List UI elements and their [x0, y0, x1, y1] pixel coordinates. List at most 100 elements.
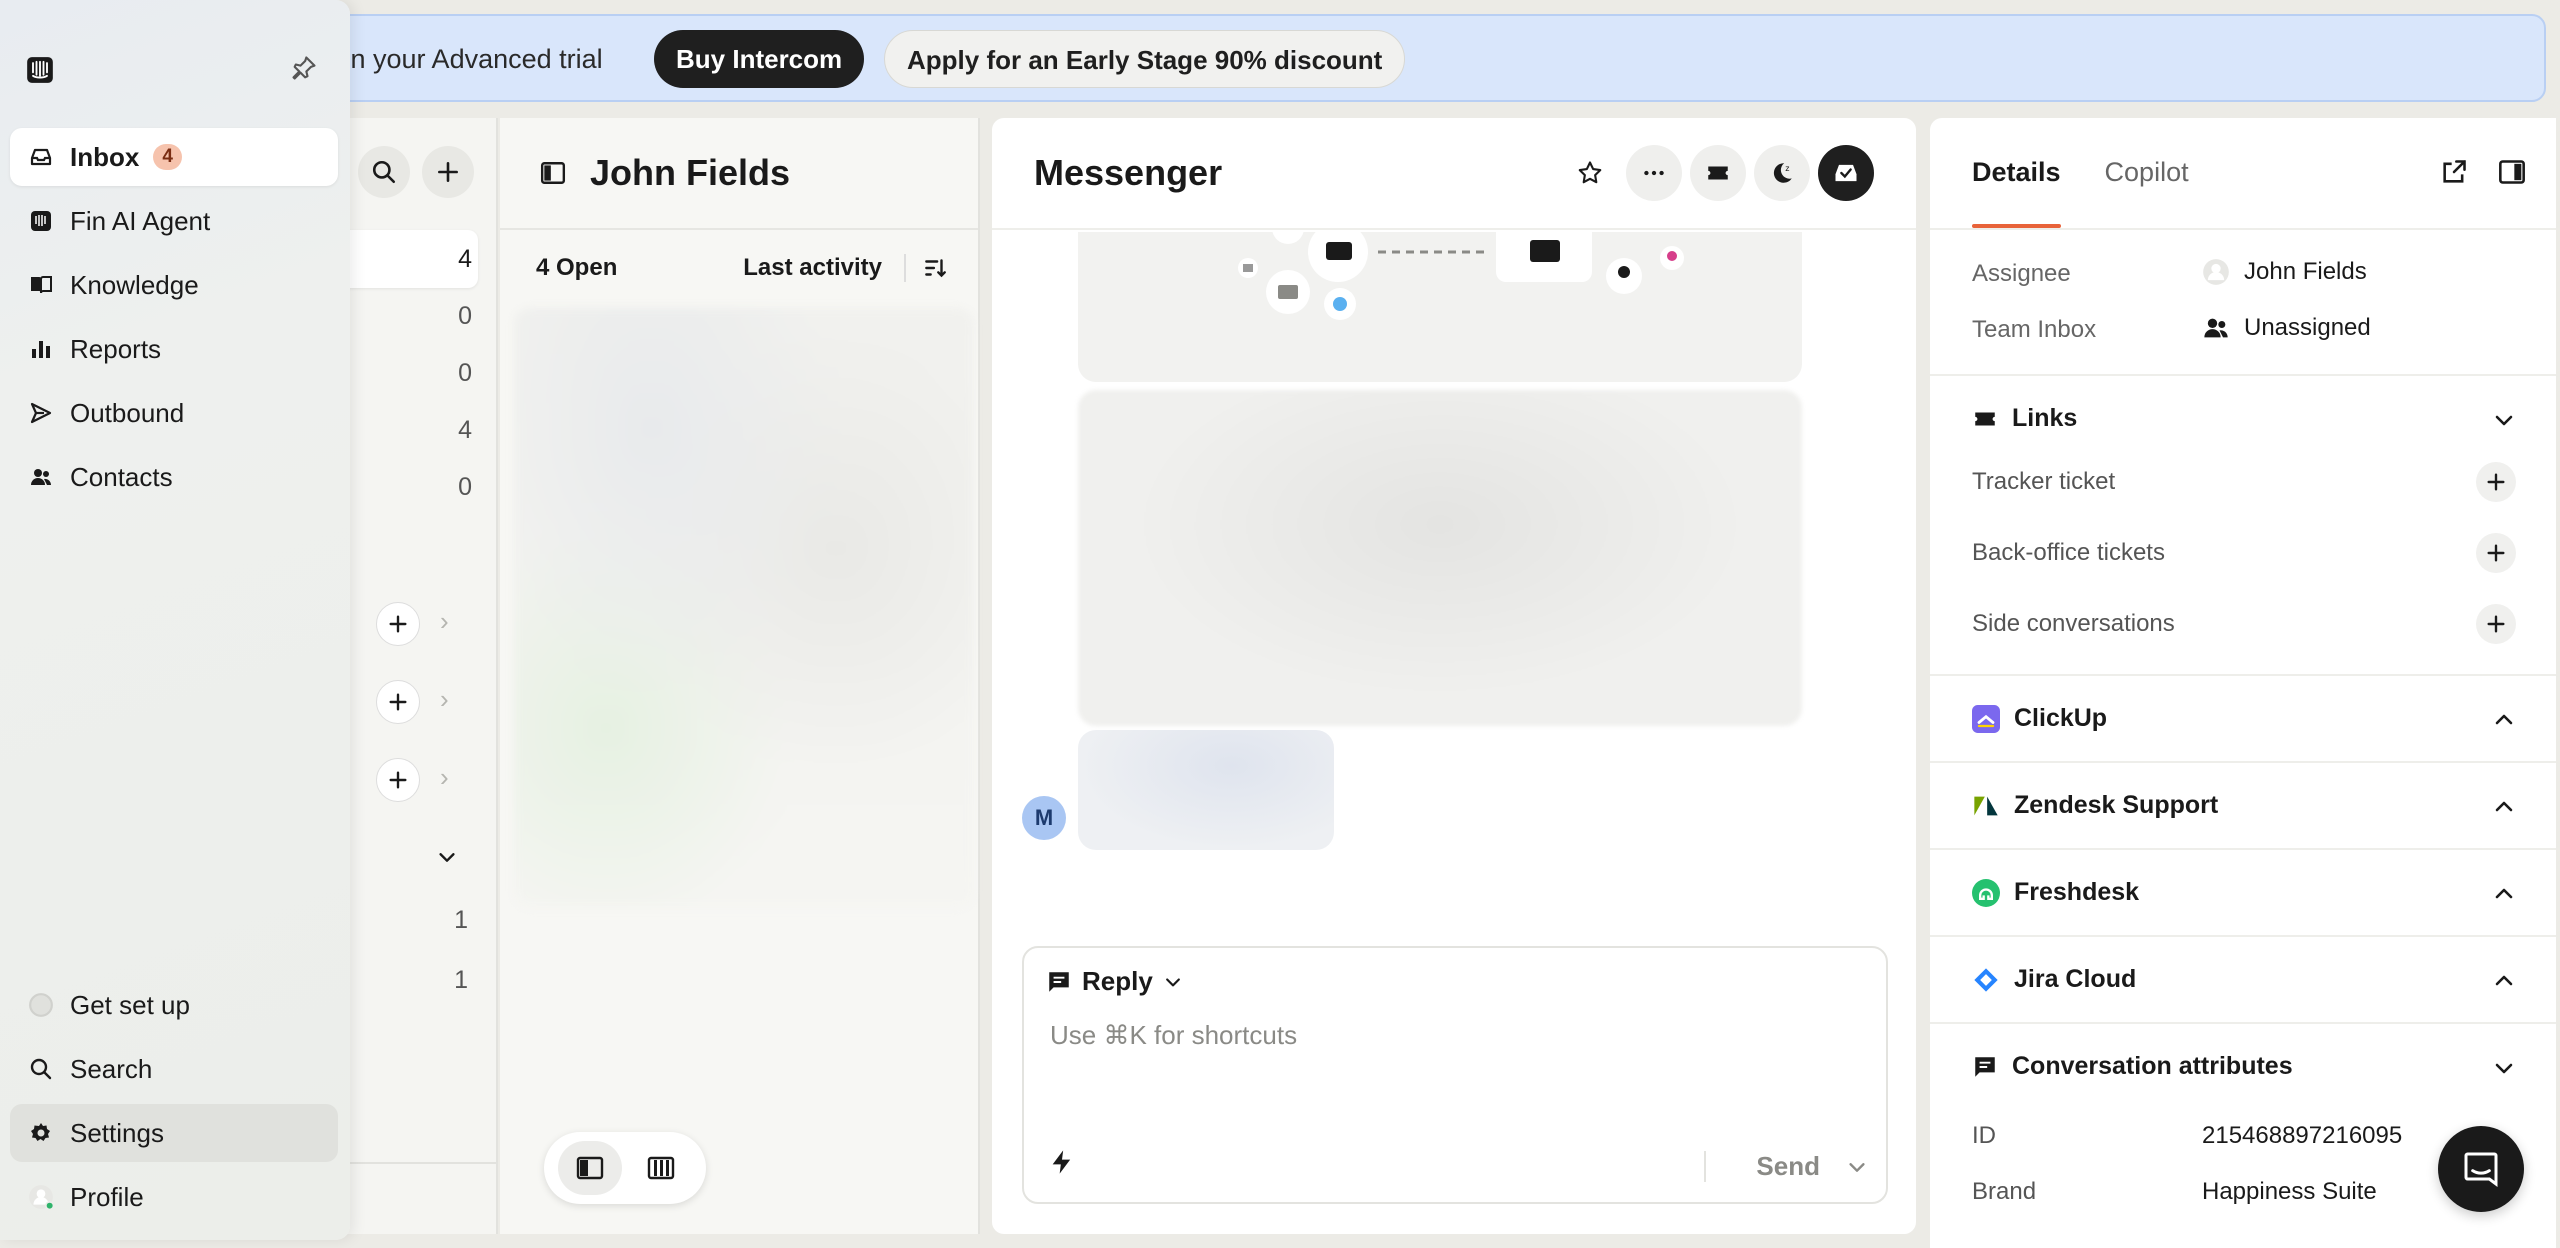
inbox-check-icon	[1835, 164, 1857, 182]
bar-chart-icon	[32, 341, 50, 358]
sidebar-toggle-icon[interactable]	[540, 160, 566, 186]
snooze-icon: z	[1773, 163, 1792, 183]
close-conversation-button[interactable]	[1818, 145, 1874, 201]
brand-label: Brand	[1972, 1178, 2037, 1205]
more-options-button[interactable]	[1626, 145, 1682, 201]
nav-item-settings[interactable]: Settings	[10, 1104, 338, 1162]
nav-item-inbox[interactable]: Inbox 4	[10, 128, 338, 186]
trial-text: ft in your Advanced trial	[322, 44, 603, 74]
chevron-down-icon[interactable]	[436, 846, 458, 868]
clickup-section[interactable]: ClickUp	[1930, 674, 2556, 761]
id-label: ID	[1972, 1122, 1996, 1149]
chevron-up-icon[interactable]	[2492, 708, 2516, 732]
nav-item-search[interactable]: Search	[10, 1040, 338, 1098]
add-back-office-ticket-button[interactable]	[2476, 533, 2516, 573]
links-title: Links	[2012, 404, 2078, 432]
intercom-logo-icon[interactable]	[26, 56, 54, 84]
freshdesk-logo-icon	[1972, 878, 2000, 907]
links-header[interactable]: Links	[1972, 404, 2077, 433]
composer-placeholder[interactable]: Use ⌘K for shortcuts	[1050, 1020, 1297, 1051]
plus-icon	[438, 162, 458, 182]
view-list-button[interactable]	[557, 1141, 622, 1195]
svg-text:z: z	[1785, 163, 1789, 173]
assignee-value[interactable]: John Fields	[2202, 258, 2367, 286]
chevron-up-icon[interactable]	[2492, 795, 2516, 819]
chevron-right-icon[interactable]: ›	[440, 762, 449, 793]
chevron-down-icon[interactable]	[1846, 1156, 1868, 1178]
nav-item-profile[interactable]: Profile	[10, 1168, 338, 1226]
sort-dropdown[interactable]: Last activity	[743, 254, 882, 282]
nav-label: Contacts	[70, 461, 173, 492]
zendesk-header: Zendesk Support	[1972, 791, 2218, 820]
folder-count: 0	[458, 359, 472, 387]
search-button[interactable]	[358, 146, 410, 198]
star-icon	[1578, 161, 1602, 184]
chevron-down-icon[interactable]	[2492, 1056, 2516, 1080]
zendesk-section[interactable]: Zendesk Support	[1930, 761, 2556, 848]
team-inbox-name: Unassigned	[2244, 314, 2371, 341]
clickup-title: ClickUp	[2014, 704, 2108, 732]
chevron-down-icon[interactable]	[2492, 408, 2516, 432]
jira-section[interactable]: Jira Cloud	[1930, 935, 2556, 1022]
chevron-up-icon[interactable]	[2492, 969, 2516, 993]
reply-composer[interactable]: Reply Use ⌘K for shortcuts Send	[1022, 946, 1888, 1204]
nav-item-contacts[interactable]: Contacts	[10, 448, 338, 506]
nav-item-fin-ai-agent[interactable]: Fin AI Agent	[10, 192, 338, 250]
avatar	[29, 1185, 54, 1210]
brand-value[interactable]: Happiness Suite	[2202, 1178, 2377, 1206]
chat-bubble-icon	[2464, 1152, 2498, 1187]
open-filter[interactable]: 4 Open	[536, 254, 743, 282]
add-folder-button[interactable]	[376, 758, 420, 802]
inbox-panel: John Fields 4 Open Last activity	[500, 118, 980, 1234]
nav-item-get-set-up[interactable]: Get set up	[10, 976, 338, 1034]
gear-icon	[31, 1123, 50, 1141]
pin-icon[interactable]	[290, 54, 318, 82]
tab-details[interactable]: Details	[1972, 157, 2061, 228]
nav-label: Get set up	[70, 989, 190, 1020]
plus-icon	[2487, 544, 2505, 562]
add-folder-button[interactable]	[376, 602, 420, 646]
early-stage-discount-button[interactable]: Apply for an Early Stage 90% discount	[884, 30, 1406, 88]
search-icon	[30, 1058, 52, 1080]
nav-label: Reports	[70, 333, 162, 364]
snooze-button[interactable]: z	[1754, 145, 1810, 201]
folder-count: 0	[458, 473, 472, 501]
chevron-up-icon[interactable]	[2492, 882, 2516, 906]
avatar: M	[1022, 796, 1066, 840]
assignee-label: Assignee	[1972, 260, 2071, 287]
tab-copilot[interactable]: Copilot	[2105, 157, 2189, 228]
jira-title: Jira Cloud	[2014, 965, 2137, 993]
chevron-right-icon[interactable]: ›	[440, 606, 449, 637]
convert-to-ticket-button[interactable]	[1690, 145, 1746, 201]
external-link-icon[interactable]	[2440, 158, 2468, 186]
ellipsis-icon	[1644, 170, 1664, 176]
add-side-conversation-button[interactable]	[2476, 604, 2516, 644]
send-icon	[30, 402, 52, 424]
buy-intercom-button[interactable]: Buy Intercom	[654, 30, 865, 88]
freshdesk-title: Freshdesk	[2014, 878, 2140, 906]
attributes-header[interactable]: Conversation attributes	[1972, 1052, 2293, 1081]
nav-item-knowledge[interactable]: Knowledge	[10, 256, 338, 314]
send-area: Send	[1704, 1151, 1868, 1182]
freshdesk-section[interactable]: Freshdesk	[1930, 848, 2556, 935]
send-button[interactable]: Send	[1704, 1151, 1820, 1182]
search-icon	[372, 160, 396, 184]
view-columns-button[interactable]	[629, 1141, 693, 1195]
reply-type-dropdown[interactable]: Reply	[1046, 966, 1183, 997]
star-button[interactable]	[1562, 145, 1618, 201]
nav-item-reports[interactable]: Reports	[10, 320, 338, 378]
sidebar-right-icon[interactable]	[2498, 158, 2526, 186]
add-folder-button[interactable]	[376, 680, 420, 724]
conversation-list-blurred	[514, 308, 974, 908]
messenger-launcher-button[interactable]	[2438, 1126, 2524, 1212]
progress-icon	[29, 993, 53, 1017]
sort-order-icon[interactable]	[922, 255, 948, 281]
chevron-right-icon[interactable]: ›	[440, 684, 449, 715]
add-tracker-ticket-button[interactable]	[2476, 462, 2516, 502]
sort-bar: 4 Open Last activity	[536, 254, 948, 282]
new-conversation-button[interactable]	[422, 146, 474, 198]
nav-item-outbound[interactable]: Outbound	[10, 384, 338, 442]
lightning-icon[interactable]	[1048, 1148, 1076, 1176]
reply-label: Reply	[1082, 966, 1153, 996]
team-inbox-value[interactable]: Unassigned	[2202, 314, 2371, 342]
